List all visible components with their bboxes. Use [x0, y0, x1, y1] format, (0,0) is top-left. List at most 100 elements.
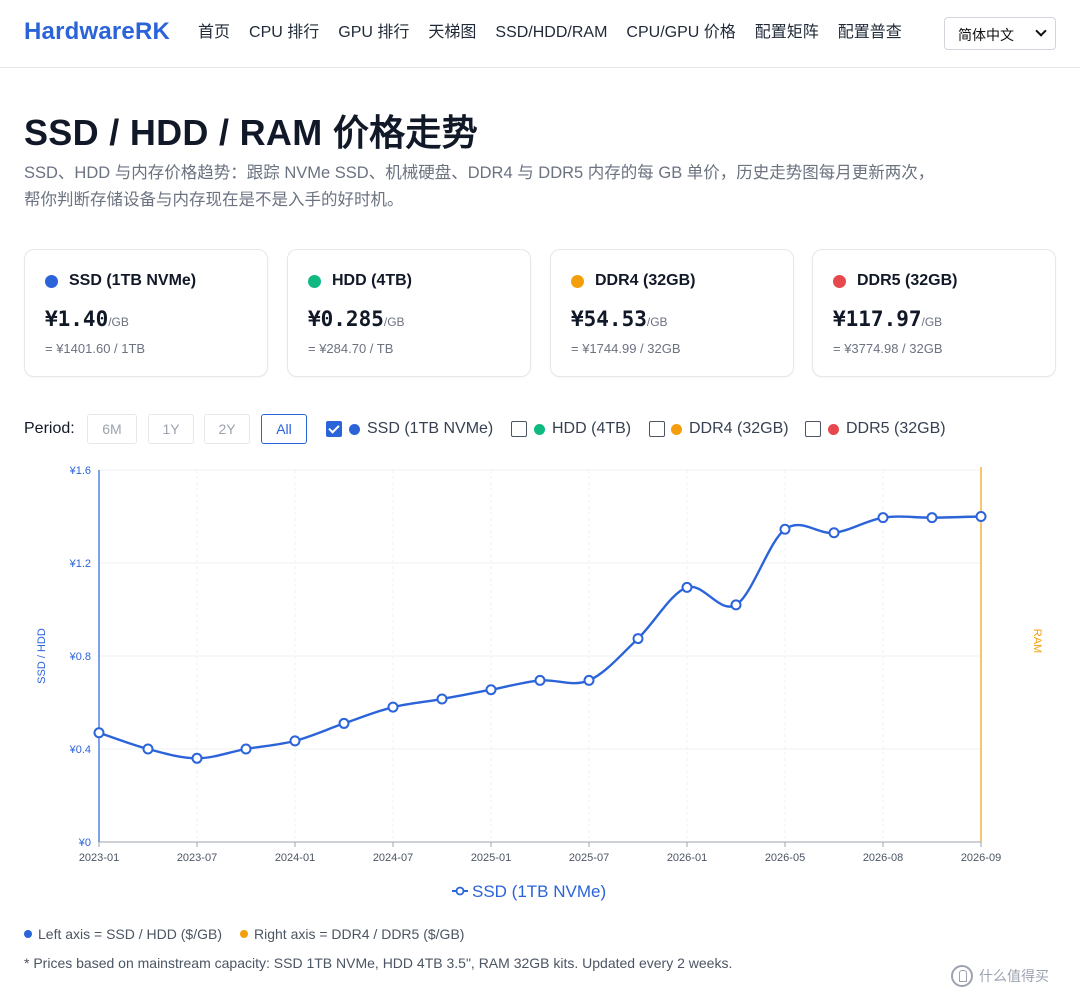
x-tick-label: 2025-01 [471, 852, 511, 864]
y-tick-label: ¥0 [78, 837, 91, 849]
card-title: HDD (4TB) [332, 272, 412, 289]
x-tick-label: 2026-09 [961, 852, 1001, 864]
y-tick-label: ¥0.8 [69, 651, 91, 663]
x-tick-label: 2023-01 [79, 852, 119, 864]
main-nav: 首页 CPU 排行 GPU 排行 天梯图 SSD/HDD/RAM CPU/GPU… [198, 22, 921, 44]
language-value: 简体中文 [958, 27, 1014, 43]
card-subtotal: = ¥1401.60 / 1TB [45, 341, 146, 356]
watermark-text: 什么值得买 [979, 968, 1049, 984]
smzdm-logo-icon [951, 965, 973, 987]
data-point [534, 674, 546, 686]
data-point [583, 674, 595, 686]
hdd-checkbox[interactable] [511, 421, 527, 437]
y-tick-label: ¥1.6 [69, 465, 91, 477]
left-axis-dot-icon [24, 930, 32, 938]
legend-marker-icon [455, 886, 465, 896]
hdd-dot-icon [308, 274, 321, 288]
right-axis-label: RAM [1031, 629, 1043, 653]
ssd-toggle-label[interactable]: SSD (1TB NVMe) [367, 420, 493, 438]
language-select[interactable]: 简体中文 [944, 17, 1056, 50]
data-point [779, 523, 791, 535]
price-card-ddr5: DDR5 (32GB) ¥117.97/GB = ¥3774.98 / 32GB [812, 249, 1056, 377]
x-tick-label: 2025-07 [569, 852, 609, 864]
card-price: ¥0.285 [308, 307, 384, 331]
data-point [730, 599, 742, 611]
price-trend-chart[interactable]: ¥0 ¥0.4 ¥0.8 ¥1.2 ¥1.6 2023-01 2023-07 2024-01 2… [0, 455, 1080, 910]
data-point [191, 752, 203, 764]
x-tick-label: 2026-08 [863, 852, 903, 864]
card-title: DDR5 (32GB) [857, 272, 958, 289]
card-subtotal: = ¥3774.98 / 32GB [833, 341, 943, 356]
ddr4-toggle-label[interactable]: DDR4 (32GB) [689, 420, 789, 438]
card-unit: /GB [108, 315, 129, 329]
card-price: ¥54.53 [571, 307, 647, 331]
ddr5-checkbox[interactable] [805, 421, 821, 437]
nav-gpu-rank[interactable]: GPU 排行 [338, 22, 409, 44]
period-2y-button[interactable]: 2Y [204, 414, 250, 444]
hdd-toggle-label[interactable]: HDD (4TB) [552, 420, 631, 438]
data-point [93, 727, 105, 739]
period-6m-button[interactable]: 6M [87, 414, 137, 444]
data-point [632, 633, 644, 645]
x-tick-label: 2024-07 [373, 852, 413, 864]
series-line-ssd [98, 515, 982, 760]
ssd-series-dot-icon [349, 424, 360, 435]
page-title: SSD / HDD / RAM 价格走势 [24, 112, 479, 153]
legend-label: SSD (1TB NVMe) [472, 882, 606, 901]
data-point [240, 743, 252, 755]
chart-controls: Period: 6M 1Y 2Y All SSD (1TB NVMe) HDD … [24, 414, 1064, 446]
x-tick-label: 2023-07 [177, 852, 217, 864]
nav-config-matrix[interactable]: 配置矩阵 [755, 22, 819, 44]
nav-storage[interactable]: SSD/HDD/RAM [495, 22, 607, 44]
description-line-1: SSD、HDD 与内存价格趋势：跟踪 NVMe SSD、机械硬盘、DDR4 与 … [24, 164, 935, 182]
ddr5-series-dot-icon [828, 424, 839, 435]
left-axis-note: Left axis = SSD / HDD ($/GB) [38, 926, 222, 942]
page-description: SSD、HDD 与内存价格趋势：跟踪 NVMe SSD、机械硬盘、DDR4 与 … [24, 160, 1064, 214]
data-point [926, 512, 938, 524]
axis-notes: Left axis = SSD / HDD ($/GB) Right axis … [24, 926, 464, 942]
footnote: * Prices based on mainstream capacity: S… [24, 955, 733, 971]
brand-logo[interactable]: HardwareRK [24, 18, 170, 46]
data-point [142, 743, 154, 755]
data-point [289, 735, 301, 747]
x-tick-label: 2026-05 [765, 852, 805, 864]
period-label: Period: [24, 420, 75, 437]
data-point [681, 581, 693, 593]
nav-tier-chart[interactable]: 天梯图 [428, 22, 476, 44]
card-subtotal: = ¥1744.99 / 32GB [571, 341, 681, 356]
price-card-ddr4: DDR4 (32GB) ¥54.53/GB = ¥1744.99 / 32GB [550, 249, 794, 377]
nav-prices[interactable]: CPU/GPU 价格 [626, 22, 735, 44]
y-tick-label: ¥0.4 [69, 744, 91, 756]
card-unit: /GB [383, 315, 405, 329]
ddr4-dot-icon [571, 274, 584, 288]
right-axis-dot-icon [240, 930, 248, 938]
nav-config-survey[interactable]: 配置普查 [838, 22, 902, 44]
period-all-button[interactable]: All [261, 414, 307, 444]
x-tick-label: 2024-01 [275, 852, 315, 864]
top-navbar: HardwareRK 首页 CPU 排行 GPU 排行 天梯图 SSD/HDD/… [0, 0, 1080, 68]
price-card-hdd: HDD (4TB) ¥0.285/GB = ¥284.70 / TB [287, 249, 531, 377]
ddr4-series-dot-icon [671, 424, 682, 435]
y-tick-label: ¥1.2 [69, 558, 91, 570]
nav-cpu-rank[interactable]: CPU 排行 [249, 22, 319, 44]
ddr4-checkbox[interactable] [649, 421, 665, 437]
watermark: 什么值得买 [951, 965, 1049, 987]
card-unit: /GB [646, 315, 668, 329]
x-tick-label: 2026-01 [667, 852, 707, 864]
card-price: ¥117.97 [833, 307, 922, 331]
chevron-down-icon [1035, 25, 1047, 37]
data-point [485, 684, 497, 696]
left-axis-label: SSD / HDD [36, 628, 48, 684]
card-unit: /GB [921, 315, 943, 329]
card-subtotal: = ¥284.70 / TB [308, 341, 394, 356]
data-point [436, 693, 448, 705]
right-axis-note: Right axis = DDR4 / DDR5 ($/GB) [254, 926, 465, 942]
nav-home[interactable]: 首页 [198, 22, 230, 44]
ddr5-dot-icon [833, 274, 846, 288]
description-line-2: 帮你判断存储设备与内存现在是不是入手的好时机。 [24, 191, 404, 209]
ssd-checkbox[interactable] [326, 421, 342, 437]
card-title: SSD (1TB NVMe) [69, 272, 197, 289]
ddr5-toggle-label[interactable]: DDR5 (32GB) [846, 420, 946, 438]
period-1y-button[interactable]: 1Y [148, 414, 194, 444]
data-point [387, 701, 399, 713]
